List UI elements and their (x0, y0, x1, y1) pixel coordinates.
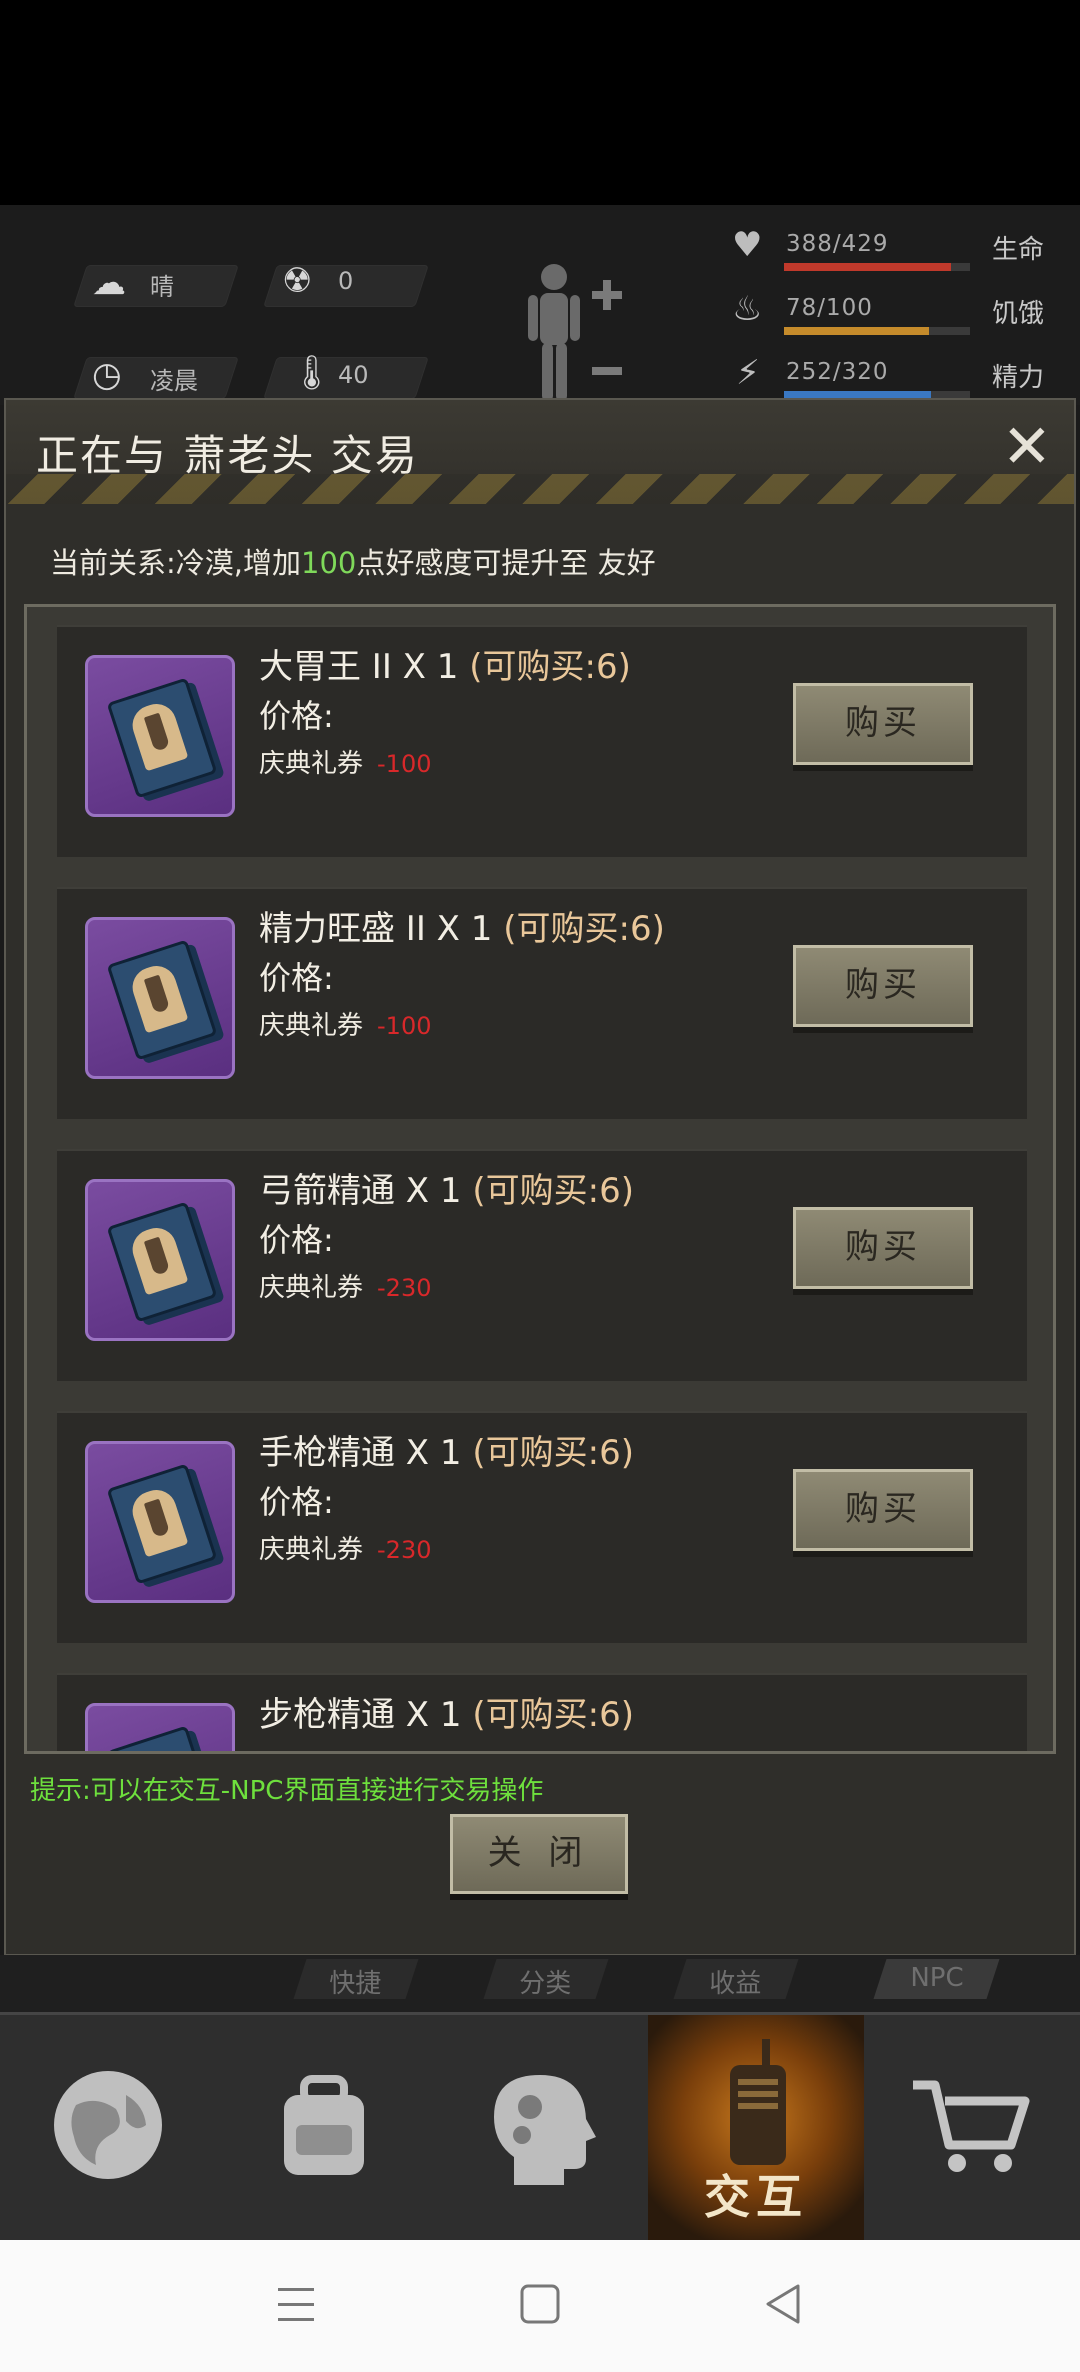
trade-dialog: 正在与 萧老头 交易 ✕ 当前关系:冷漠,增加100点好感度可提升至 友好 大胃… (4, 398, 1076, 1956)
hint-text: 提示:可以在交互-NPC界面直接进行交易操作 (30, 1776, 544, 1806)
skill-book-icon[interactable] (85, 917, 235, 1079)
clock-icon: ◷ (92, 355, 122, 395)
dialog-title: 正在与 萧老头 交易 (36, 431, 419, 480)
list-item: 弓箭精通 X 1 (可购买:6) 价格: 庆典礼券 -230 购买 (57, 1149, 1027, 1381)
body-status-button[interactable] (518, 255, 628, 405)
nav-interact[interactable]: 交互 (648, 2015, 864, 2243)
item-list[interactable]: 大胃王 II X 1 (可购买:6) 价格: 庆典礼券 -100 购买 精力旺盛 … (24, 604, 1056, 1754)
list-item: 精力旺盛 II X 1 (可购买:6) 价格: 庆典礼券 -100 购买 (57, 887, 1027, 1119)
energy-label: 精力 (992, 363, 1045, 393)
price-value: 庆典礼券 -100 (259, 749, 432, 779)
stomach-icon: ♨ (732, 289, 763, 329)
tab-category: 分类 (483, 1959, 609, 1999)
buy-button[interactable]: 购买 (793, 945, 973, 1027)
status-hud: ☁ 晴 ☢ 0 ◷ 凌晨 🌡 40 ♥ 388/429 生命 ♨ 78/100 … (0, 205, 1080, 405)
body-figure-icon (528, 264, 622, 401)
thermometer-icon: 🌡 (290, 353, 334, 393)
nav-skills[interactable] (432, 2015, 648, 2243)
hunger-bar-fill (784, 327, 930, 335)
price-value: 庆典礼券 -230 (259, 1535, 432, 1565)
back-icon[interactable] (754, 2274, 814, 2334)
tab-quick: 快捷 (293, 1959, 419, 1999)
top-black-bar (0, 0, 1080, 205)
close-icon[interactable]: ✕ (1002, 412, 1052, 482)
nav-inventory[interactable] (216, 2015, 432, 2243)
nav-world[interactable] (0, 2015, 216, 2243)
home-icon[interactable] (510, 2274, 570, 2334)
globe-icon (0, 2055, 216, 2212)
backpack-icon (216, 2055, 432, 2212)
skill-book-icon[interactable] (85, 655, 235, 817)
cloud-sun-icon: ☁ (92, 263, 126, 303)
skill-book-icon[interactable] (85, 1703, 235, 1751)
temperature-value: 40 (338, 361, 369, 389)
cart-icon (864, 2055, 1080, 2212)
energy-icon: ⚡ (736, 353, 760, 393)
price-value: 庆典礼券 -230 (259, 1273, 432, 1303)
price-label: 价格: (259, 959, 334, 997)
item-name: 大胃王 II X 1 (可购买:6) (259, 647, 631, 687)
skill-book-icon[interactable] (85, 1179, 235, 1341)
nav-interact-label: 交互 (704, 2170, 808, 2224)
relation-amount: 100 (301, 546, 357, 580)
health-bar (784, 263, 970, 271)
price-label: 价格: (259, 697, 334, 735)
hunger-value: 78/100 (786, 295, 873, 321)
list-item: 步枪精通 X 1 (可购买:6) (57, 1673, 1027, 1751)
energy-value: 252/320 (786, 359, 889, 385)
radiation-icon: ☢ (282, 261, 313, 301)
dialog-header: 正在与 萧老头 交易 ✕ (6, 400, 1074, 504)
radiation-value: 0 (338, 267, 354, 295)
health-label: 生命 (992, 235, 1045, 265)
buy-button[interactable]: 购买 (793, 1207, 973, 1289)
price-label: 价格: (259, 1221, 334, 1259)
buy-button[interactable]: 购买 (793, 1469, 973, 1551)
weather-text: 晴 (150, 273, 174, 301)
head-gear-icon (432, 2055, 648, 2212)
background-tab-bar: 快捷 分类 收益 NPC (0, 1955, 1080, 2015)
nav-shop[interactable] (864, 2015, 1080, 2243)
bottom-nav: 交互 (0, 2012, 1080, 2243)
price-label: 价格: (259, 1483, 334, 1521)
hunger-label: 饥饿 (992, 299, 1045, 329)
list-item: 手枪精通 X 1 (可购买:6) 价格: 庆典礼券 -230 购买 (57, 1411, 1027, 1643)
menu-icon[interactable] (266, 2274, 326, 2334)
item-name: 手枪精通 X 1 (可购买:6) (259, 1433, 634, 1473)
buy-button[interactable]: 购买 (793, 683, 973, 765)
item-name: 步枪精通 X 1 (可购买:6) (259, 1695, 634, 1735)
tab-npc: NPC (873, 1959, 1000, 1999)
relation-text: 当前关系:冷漠,增加100点好感度可提升至 友好 (50, 540, 656, 582)
item-name: 弓箭精通 X 1 (可购买:6) (259, 1171, 634, 1211)
health-value: 388/429 (786, 231, 889, 257)
close-button[interactable]: 关 闭 (450, 1814, 628, 1894)
relation-suffix: 点好感度可提升至 友好 (356, 546, 656, 580)
hunger-bar (784, 327, 970, 335)
health-bar-fill (784, 263, 952, 271)
relation-prefix: 当前关系:冷漠,增加 (50, 546, 301, 580)
system-nav-bar (0, 2240, 1080, 2372)
skill-book-icon[interactable] (85, 1441, 235, 1603)
time-of-day: 凌晨 (150, 367, 198, 395)
item-name: 精力旺盛 II X 1 (可购买:6) (259, 909, 665, 949)
heart-icon: ♥ (732, 225, 763, 265)
price-value: 庆典礼券 -100 (259, 1011, 432, 1041)
tab-income: 收益 (673, 1959, 799, 1999)
list-item: 大胃王 II X 1 (可购买:6) 价格: 庆典礼券 -100 购买 (57, 625, 1027, 857)
